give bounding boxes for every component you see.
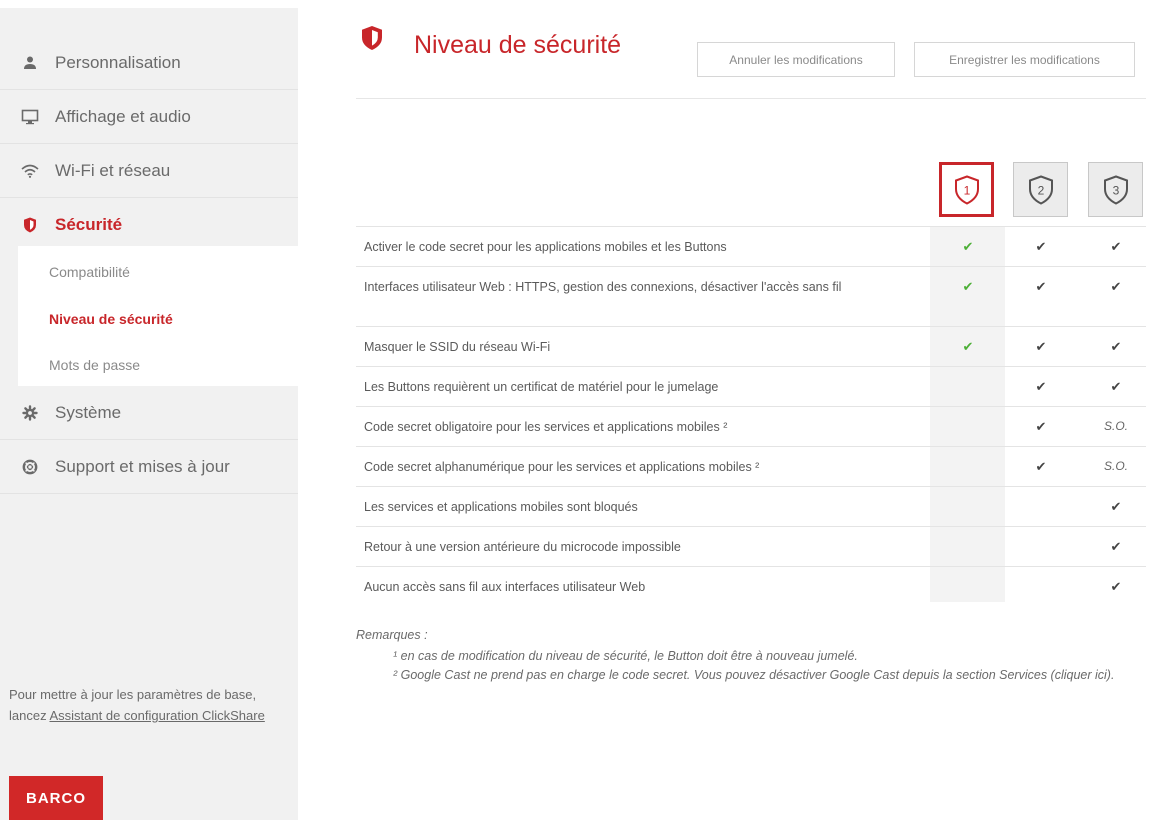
check-icon: ✔ xyxy=(1035,339,1047,354)
subnav-item-niveau-securite[interactable]: Niveau de sécurité xyxy=(49,311,173,327)
subnav-item-compatibilite[interactable]: Compatibilité xyxy=(49,264,130,280)
check-icon: ✔ xyxy=(1035,239,1047,254)
note-1: ¹ en cas de modification du niveau de sé… xyxy=(393,649,858,663)
sidebar-item-label: Support et mises à jour xyxy=(55,456,230,476)
wifi-icon xyxy=(20,161,40,181)
sidebar-item-affichage-audio[interactable]: Affichage et audio xyxy=(0,90,298,144)
sidebar-item-label: Affichage et audio xyxy=(55,106,191,126)
level-label: 1 xyxy=(963,183,970,197)
check-icon: ✔ xyxy=(1035,459,1047,474)
sidebar-item-label: Sécurité xyxy=(55,215,123,234)
feature-label: Code secret alphanumérique pour les serv… xyxy=(364,460,760,474)
sidebar: Personnalisation Affichage et audio Wi-F… xyxy=(0,8,298,820)
lifebuoy-icon xyxy=(20,457,40,477)
check-icon: ✔ xyxy=(1110,499,1122,514)
check-icon: ✔ xyxy=(1110,279,1122,294)
feature-label: Masquer le SSID du réseau Wi-Fi xyxy=(364,340,551,354)
feature-label: Les services et applications mobiles son… xyxy=(364,500,638,514)
level-label: 3 xyxy=(1112,183,1119,197)
feature-label: Retour à une version antérieure du micro… xyxy=(364,540,681,554)
user-icon xyxy=(20,53,40,73)
shield-level-icon: 2 xyxy=(1028,174,1053,205)
table-row: Les Buttons requièrent un certificat de … xyxy=(356,366,1146,406)
shield-level-icon: 1 xyxy=(954,174,979,205)
check-icon: ✔ xyxy=(962,339,974,354)
check-icon: ✔ xyxy=(1110,339,1122,354)
sidebar-item-wifi-reseau[interactable]: Wi-Fi et réseau xyxy=(0,144,298,198)
sidebar-help: Pour mettre à jour les paramètres de bas… xyxy=(9,684,289,726)
feature-label: Activer le code secret pour les applicat… xyxy=(364,240,727,254)
save-changes-button[interactable]: Enregistrer les modifications xyxy=(914,42,1135,77)
shield-icon xyxy=(20,215,40,235)
check-icon: ✔ xyxy=(1110,239,1122,254)
security-level-2-button[interactable]: 2 xyxy=(1013,162,1068,217)
sidebar-item-systeme[interactable]: Système xyxy=(0,386,298,440)
level-3-value: S.O. xyxy=(1103,459,1128,473)
check-icon: ✔ xyxy=(962,279,974,294)
sidebar-item-label: Système xyxy=(55,402,122,422)
check-icon: ✔ xyxy=(962,239,974,254)
gear-icon xyxy=(20,403,40,423)
sidebar-item-securite[interactable]: Sécurité xyxy=(0,198,298,252)
table-row: Code secret alphanumérique pour les serv… xyxy=(356,446,1146,486)
table-row: Activer le code secret pour les applicat… xyxy=(356,226,1146,266)
check-icon: ✔ xyxy=(1110,539,1122,554)
check-icon: ✔ xyxy=(1110,379,1122,394)
level-label: 2 xyxy=(1037,183,1044,197)
shield-icon xyxy=(361,25,383,51)
check-icon: ✔ xyxy=(1035,419,1047,434)
table-row: Aucun accès sans fil aux interfaces util… xyxy=(356,566,1146,602)
table-row: Retour à une version antérieure du micro… xyxy=(356,526,1146,566)
security-level-3-button[interactable]: 3 xyxy=(1088,162,1143,217)
barco-logo: BARCO xyxy=(9,776,103,820)
sidebar-item-label: Wi-Fi et réseau xyxy=(55,160,171,180)
feature-label: Interfaces utilisateur Web : HTTPS, gest… xyxy=(364,280,842,294)
check-icon: ✔ xyxy=(1035,379,1047,394)
check-icon: ✔ xyxy=(1035,279,1047,294)
check-icon: ✔ xyxy=(1110,579,1122,594)
shield-level-icon: 3 xyxy=(1103,174,1128,205)
setup-assistant-link[interactable]: Assistant de configuration ClickShare xyxy=(49,708,264,723)
cancel-changes-button[interactable]: Annuler les modifications xyxy=(697,42,895,77)
security-level-1-button[interactable]: 1 xyxy=(939,162,994,217)
sidebar-item-personnalisation[interactable]: Personnalisation xyxy=(0,36,298,90)
feature-label: Aucun accès sans fil aux interfaces util… xyxy=(364,580,646,594)
table-row: Les services et applications mobiles son… xyxy=(356,486,1146,526)
notes-title: Remarques : xyxy=(356,628,428,642)
monitor-icon xyxy=(20,107,40,127)
table-row: Masquer le SSID du réseau Wi-Fi ✔ ✔ ✔ xyxy=(356,326,1146,366)
sidebar-item-label: Personnalisation xyxy=(55,52,181,72)
table-row: Code secret obligatoire pour les service… xyxy=(356,406,1146,446)
note-2: ² Google Cast ne prend pas en charge le … xyxy=(393,668,1115,682)
level-3-value: S.O. xyxy=(1103,419,1128,433)
subnav-item-mots-de-passe[interactable]: Mots de passe xyxy=(49,357,140,373)
sidebar-item-support[interactable]: Support et mises à jour xyxy=(0,440,298,494)
feature-label: Les Buttons requièrent un certificat de … xyxy=(364,380,719,394)
header-divider xyxy=(356,98,1146,99)
feature-label: Code secret obligatoire pour les service… xyxy=(364,420,728,434)
page-title: Niveau de sécurité xyxy=(414,31,622,59)
security-subnav: Compatibilité Niveau de sécurité Mots de… xyxy=(18,246,298,386)
table-row: Interfaces utilisateur Web : HTTPS, gest… xyxy=(356,266,1146,326)
